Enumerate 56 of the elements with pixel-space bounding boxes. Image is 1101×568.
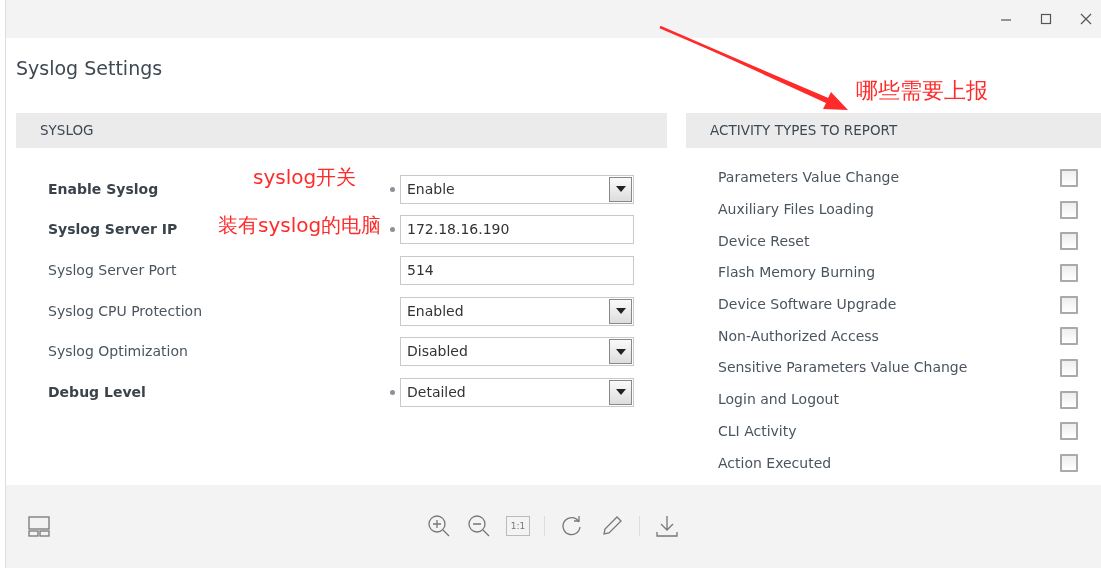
checkbox-label: Login and Logout xyxy=(718,390,839,410)
dropdown-value: Disabled xyxy=(407,342,468,362)
dropdown[interactable]: Detailed xyxy=(400,377,634,407)
field-label: Syslog CPU Protection xyxy=(48,302,202,319)
input-field[interactable]: 172.18.16.190 xyxy=(400,215,634,245)
dropdown-value: Detailed xyxy=(407,382,466,402)
field-label: Syslog Server Port xyxy=(48,262,177,278)
page-title: Syslog Settings xyxy=(16,57,163,79)
checkbox[interactable] xyxy=(1060,295,1078,314)
layout-icon[interactable] xyxy=(26,513,52,540)
caret-icon xyxy=(615,186,626,193)
annotation-text: 哪些需要上报 xyxy=(856,77,988,105)
checkbox[interactable] xyxy=(1060,358,1078,377)
checkbox[interactable] xyxy=(1060,232,1078,251)
checkbox-label: CLI Activity xyxy=(718,421,797,441)
dropdown-value: Enabled xyxy=(407,301,464,321)
checkbox-label: Non-Authorized Access xyxy=(718,326,879,346)
checkbox[interactable] xyxy=(1060,422,1078,441)
checkbox[interactable] xyxy=(1060,168,1078,187)
checkbox-label: Device Reset xyxy=(718,231,810,251)
section-header: ACTIVITY TYPES TO REPORT xyxy=(686,113,1101,148)
checkbox[interactable] xyxy=(1060,454,1078,473)
checkbox-label: Action Executed xyxy=(718,453,832,473)
download-icon[interactable] xyxy=(654,513,680,539)
caret-icon xyxy=(615,308,626,315)
field-label: Enable Syslog xyxy=(48,180,159,197)
checkbox-label: Flash Memory Burning xyxy=(718,263,876,283)
field-label: Syslog Server IP xyxy=(48,221,178,238)
zoom-out-icon[interactable] xyxy=(466,513,492,539)
checkbox[interactable] xyxy=(1060,390,1078,409)
annotation-text: 装有syslog的电脑 xyxy=(218,211,382,238)
dropdown[interactable]: Enable xyxy=(400,174,634,204)
caret-icon xyxy=(615,348,626,355)
modified-dot xyxy=(390,227,395,233)
section-header: SYSLOG xyxy=(16,113,667,148)
modified-dot xyxy=(390,186,395,192)
caret-icon xyxy=(615,389,626,396)
field-label: Debug Level xyxy=(48,383,146,400)
checkbox-label: Device Software Upgrade xyxy=(718,295,897,315)
dropdown-value: Enable xyxy=(407,179,455,199)
input-field[interactable]: 514 xyxy=(400,256,634,285)
dropdown[interactable]: Enabled xyxy=(400,296,634,326)
annotation-text: syslog开关 xyxy=(253,164,357,190)
checkbox-label: Sensitive Parameters Value Change xyxy=(718,358,968,378)
actual-size-button[interactable]: 1:1 xyxy=(506,516,530,536)
checkbox[interactable] xyxy=(1060,200,1078,219)
modified-dot xyxy=(390,389,395,395)
zoom-in-icon[interactable] xyxy=(426,513,452,539)
checkbox[interactable] xyxy=(1060,263,1078,282)
checkbox-label: Parameters Value Change xyxy=(718,168,900,188)
checkbox-label: Auxiliary Files Loading xyxy=(718,200,874,220)
close-icon[interactable] xyxy=(1079,12,1093,26)
checkbox[interactable] xyxy=(1060,327,1078,346)
dropdown[interactable]: Disabled xyxy=(400,337,634,367)
maximize-icon[interactable] xyxy=(1039,12,1053,26)
field-label: Syslog Optimization xyxy=(48,343,188,360)
